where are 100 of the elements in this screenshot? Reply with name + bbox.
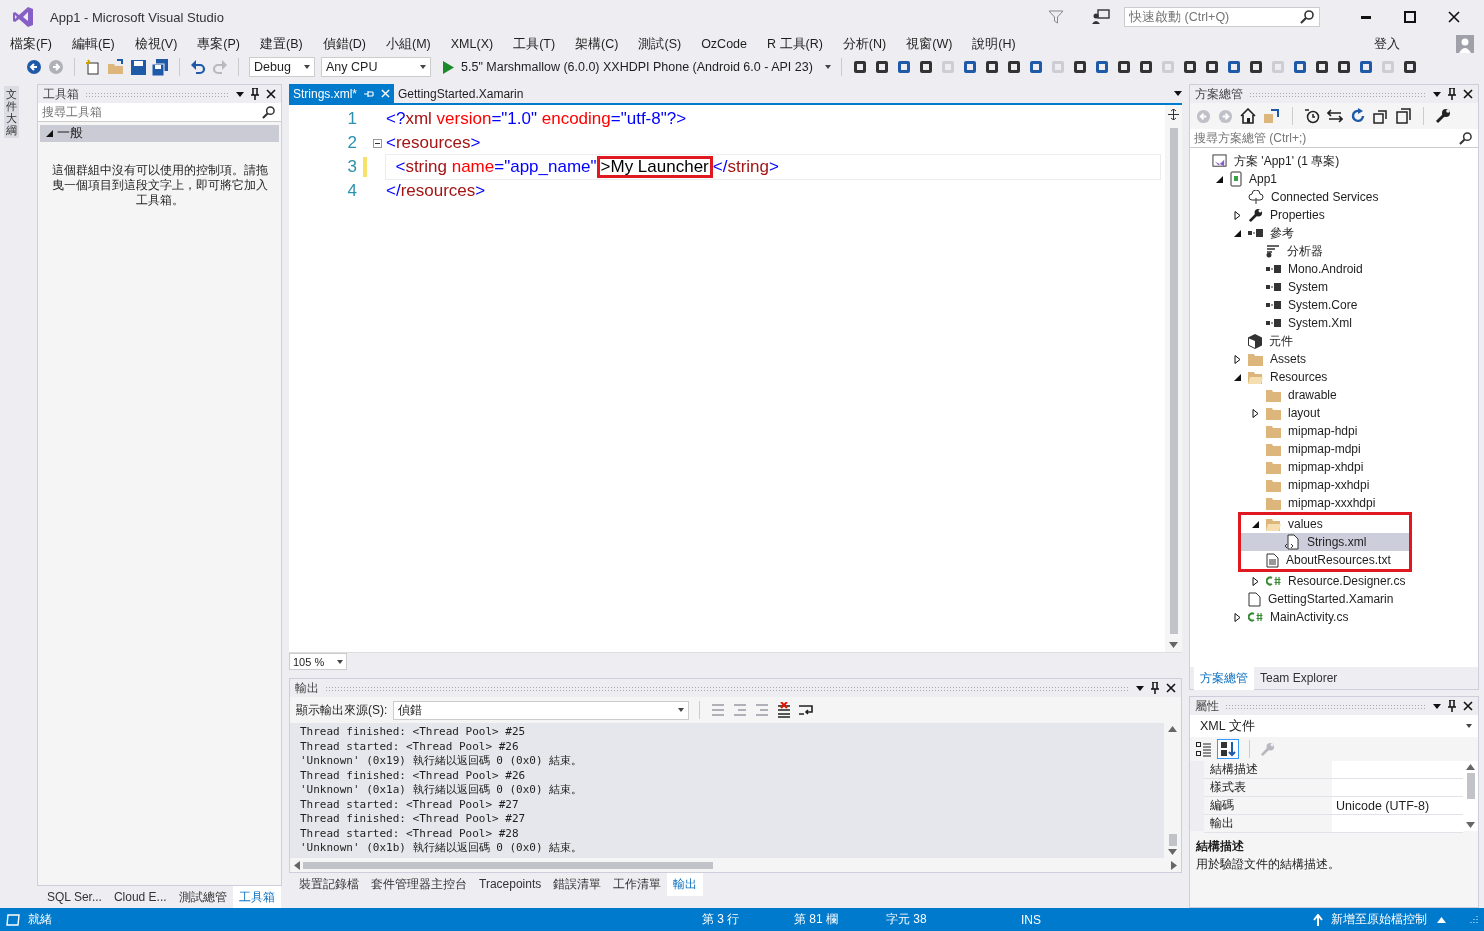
toolbar-tool-icon[interactable] [1291,59,1308,75]
collapse-all-icon[interactable] [1373,108,1389,124]
panel-tab[interactable]: 裝置記錄檔 [293,875,365,893]
swap-arrows-icon[interactable] [1327,108,1343,124]
expander-icon[interactable] [1252,408,1259,418]
panel-tab[interactable]: Cloud E... [107,890,173,904]
tree-item[interactable]: Connected Services [1190,188,1478,206]
menu-item[interactable]: 偵錯(D) [322,35,366,53]
scroll-up-icon[interactable] [1168,726,1177,732]
tree-item[interactable]: mipmap-xxxhdpi [1190,494,1478,512]
tree-item[interactable]: values [1241,515,1409,533]
toolbar-tool-icon[interactable] [917,59,934,75]
toolbar-tool-icon[interactable] [1005,59,1022,75]
pin-icon[interactable] [1447,88,1457,100]
tree-item[interactable]: Resource.Designer.cs [1190,572,1478,590]
toolbar-tool-icon[interactable] [1335,59,1352,75]
toolbar-tool-icon[interactable] [983,59,1000,75]
scroll-right-icon[interactable] [1171,860,1177,870]
tree-item[interactable]: drawable [1190,386,1478,404]
dropdown-caret-icon[interactable] [1136,685,1144,691]
tree-item[interactable]: 方案 'App1' (1 專案) [1190,152,1478,170]
maximize-icon[interactable] [1404,11,1416,23]
scrollbar-thumb[interactable] [1466,773,1475,799]
toolbar-tool-icon[interactable] [1357,59,1374,75]
toolbox-search-field[interactable]: 搜尋工具箱 [38,103,281,122]
tree-item[interactable]: mipmap-hdpi [1190,422,1478,440]
resize-grip-icon[interactable] [1468,914,1478,925]
panel-tab[interactable]: 錯誤清單 [547,875,608,893]
copy-pages-icon[interactable] [1396,108,1412,124]
undo-icon[interactable] [190,59,206,75]
scroll-down-icon[interactable] [1169,642,1178,648]
panel-tab[interactable]: SQL Ser... [41,890,108,904]
property-value[interactable]: Unicode (UTF-8) [1332,797,1463,814]
panel-tab[interactable]: 套件管理器主控台 [365,875,473,893]
close-icon[interactable] [1166,683,1176,693]
pin-icon[interactable] [250,88,260,100]
toolbar-tool-icon[interactable] [1071,59,1088,75]
expander-icon[interactable] [1216,174,1223,184]
tree-item[interactable]: GettingStarted.Xamarin [1190,590,1478,608]
scrollbar-thumb[interactable] [1169,128,1178,634]
tree-item[interactable]: Properties [1190,206,1478,224]
tree-item[interactable]: System.Core [1190,296,1478,314]
filter-icon[interactable] [1048,9,1064,25]
save-all-icon[interactable] [152,58,169,76]
object-dropdown[interactable]: XML 文件 [1190,715,1478,737]
save-icon[interactable] [131,59,146,75]
solution-search-field[interactable]: 搜尋方案總管 (Ctrl+;) [1190,129,1478,148]
toolbar-tool-icon[interactable] [1093,59,1110,75]
toolbar-tool-icon[interactable] [1401,59,1418,75]
account-icon[interactable] [1456,35,1474,53]
tree-item[interactable]: System.Xml [1190,314,1478,332]
tree-item[interactable]: App1 [1190,170,1478,188]
split-icon[interactable] [1168,109,1179,120]
tree-item[interactable]: Strings.xml [1241,533,1409,551]
menu-item[interactable]: 工具(T) [513,35,556,53]
source-control-button[interactable]: 新增至原始檔控制 [1331,911,1427,928]
scrollbar-thumb[interactable] [1168,834,1177,846]
expander-icon[interactable] [1252,519,1259,529]
scroll-up-icon[interactable] [1466,764,1475,770]
menu-item[interactable]: 視窗(W) [906,35,953,53]
run-button[interactable]: 5.5" Marshmallow (6.0.0) XXHDPI Phone (Android 6.0 - API 23) [437,60,813,74]
open-folder-icon[interactable] [107,59,125,75]
close-icon[interactable] [1448,11,1460,23]
menu-item[interactable]: 架構(C) [575,35,619,53]
collapse-icon[interactable] [373,138,382,148]
document-outline-tab[interactable]: 文件大綱 [4,86,19,139]
tree-item[interactable]: Mono.Android [1190,260,1478,278]
pin-icon[interactable] [1150,682,1160,694]
tree-item[interactable]: MainActivity.cs [1190,608,1478,626]
history-icon[interactable] [1304,108,1320,124]
back-icon[interactable] [26,59,42,75]
menu-item[interactable]: 檢視(V) [134,35,178,53]
sign-in-link[interactable]: 登入 [1374,35,1400,53]
menu-item[interactable]: 建置(B) [260,35,303,53]
toolbar-tool-icon[interactable] [1137,59,1154,75]
close-icon[interactable] [266,89,276,99]
tree-item[interactable]: System [1190,278,1478,296]
tree-item[interactable]: Resources [1190,368,1478,386]
panel-tab[interactable]: 輸出 [667,872,704,896]
word-wrap-icon[interactable] [798,703,815,717]
toolbar-tool-icon[interactable] [1115,59,1132,75]
scroll-down-icon[interactable] [1168,849,1177,855]
menu-item[interactable]: 編輯(E) [71,35,115,53]
toolbar-tool-icon[interactable] [1247,59,1264,75]
toolbar-tool-icon[interactable] [851,59,868,75]
tree-item[interactable]: AboutResources.txt [1241,551,1409,569]
scroll-left-icon[interactable] [294,860,300,870]
panel-tab[interactable]: 工作清單 [607,875,668,893]
home-icon[interactable] [1240,108,1256,124]
quick-launch-field[interactable]: 快速啟動 (Ctrl+Q) [1124,7,1320,27]
document-tab[interactable]: GettingStarted.Xamarin [394,84,528,103]
new-project-icon[interactable] [85,59,101,75]
menu-item[interactable]: 專案(P) [197,35,240,53]
panel-tab[interactable]: 方案總管 [1194,666,1254,690]
tree-item[interactable]: 分析器 [1190,242,1478,260]
toolbox-group-header[interactable]: 一般 [40,125,279,142]
tree-item[interactable]: Assets [1190,350,1478,368]
menu-item[interactable]: 分析(N) [842,35,887,53]
configuration-dropdown[interactable]: Debug [249,57,315,77]
tree-item[interactable]: mipmap-xhdpi [1190,458,1478,476]
